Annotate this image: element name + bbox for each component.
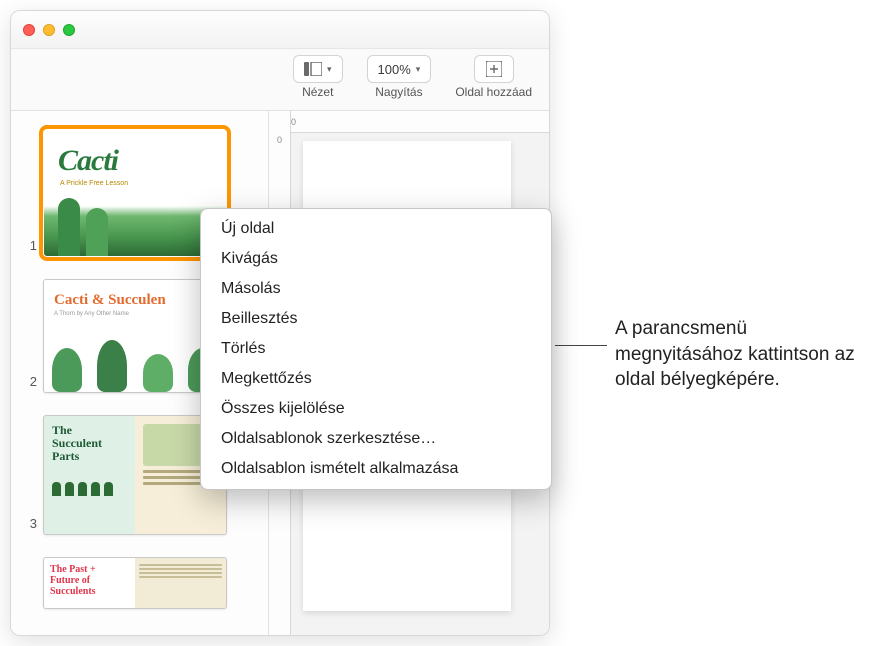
menu-item-reapply-template[interactable]: Oldalsablon ismételt alkalmazása: [201, 454, 551, 484]
chevron-down-icon: ▾: [416, 64, 421, 75]
thumb-title: Cacti & Succulen: [44, 280, 226, 309]
toolbar: ▾ Nézet 100% ▾ Nagyítás Oldal hozzáad: [11, 49, 549, 111]
thumb-right-column: [135, 558, 226, 608]
page-number: 3: [21, 516, 37, 535]
add-page-tool: Oldal hozzáad: [455, 55, 532, 99]
menu-item-copy[interactable]: Másolás: [201, 274, 551, 304]
view-tool: ▾ Nézet: [293, 55, 343, 99]
menu-item-select-all[interactable]: Összes kijelölése: [201, 394, 551, 424]
menu-item-delete[interactable]: Törlés: [201, 334, 551, 364]
view-label: Nézet: [302, 85, 333, 99]
zoom-label: Nagyítás: [375, 85, 422, 99]
close-icon[interactable]: [23, 24, 35, 36]
thumb-subtitle: A Thorn by Any Other Name: [44, 309, 226, 317]
zoom-window-icon[interactable]: [63, 24, 75, 36]
zoom-button[interactable]: 100% ▾: [367, 55, 432, 83]
callout-line: [555, 345, 607, 346]
add-page-button[interactable]: [474, 55, 514, 83]
thumbnail-row: 4 The Past + Future of Succulents: [21, 557, 258, 609]
menu-item-cut[interactable]: Kivágás: [201, 244, 551, 274]
menu-item-duplicate[interactable]: Megkettőzés: [201, 364, 551, 394]
titlebar: [11, 11, 549, 49]
page-thumbnail-4[interactable]: The Past + Future of Succulents: [43, 557, 227, 609]
menu-item-new-page[interactable]: Új oldal: [201, 214, 551, 244]
thumb-title-line: Succulents: [50, 586, 129, 597]
thumbnails-icon: [304, 62, 322, 76]
view-button[interactable]: ▾: [293, 55, 343, 83]
thumb-title-line: The Past +: [50, 564, 129, 575]
menu-item-paste[interactable]: Beillesztés: [201, 304, 551, 334]
thumb-title-line: Future of: [50, 575, 129, 586]
chevron-down-icon: ▾: [327, 64, 332, 75]
callout-text: A parancsmenü megnyitásához kattintson a…: [615, 316, 859, 393]
thumb-subtitle: A Prickle Free Lesson: [44, 178, 226, 187]
thumb-title-line: Parts: [52, 450, 127, 463]
zoom-value: 100%: [378, 62, 411, 77]
horizontal-ruler: 0: [269, 111, 549, 133]
plants-decoration: [44, 334, 226, 392]
cactus-decoration: [44, 206, 226, 256]
window-controls: [23, 24, 75, 36]
thumb-title: Cacti: [44, 130, 226, 178]
minimize-icon[interactable]: [43, 24, 55, 36]
ruler-mark: 0: [291, 117, 296, 127]
plus-icon: [486, 61, 502, 77]
icons-decoration: [52, 482, 127, 496]
context-menu: Új oldal Kivágás Másolás Beillesztés Tör…: [200, 208, 552, 490]
page-number: 2: [21, 374, 37, 393]
add-page-label: Oldal hozzáad: [455, 85, 532, 99]
zoom-tool: 100% ▾ Nagyítás: [367, 55, 432, 99]
ruler-mark: 0: [277, 135, 282, 145]
page-number: 1: [21, 238, 37, 257]
menu-item-edit-templates[interactable]: Oldalsablonok szerkesztése…: [201, 424, 551, 454]
